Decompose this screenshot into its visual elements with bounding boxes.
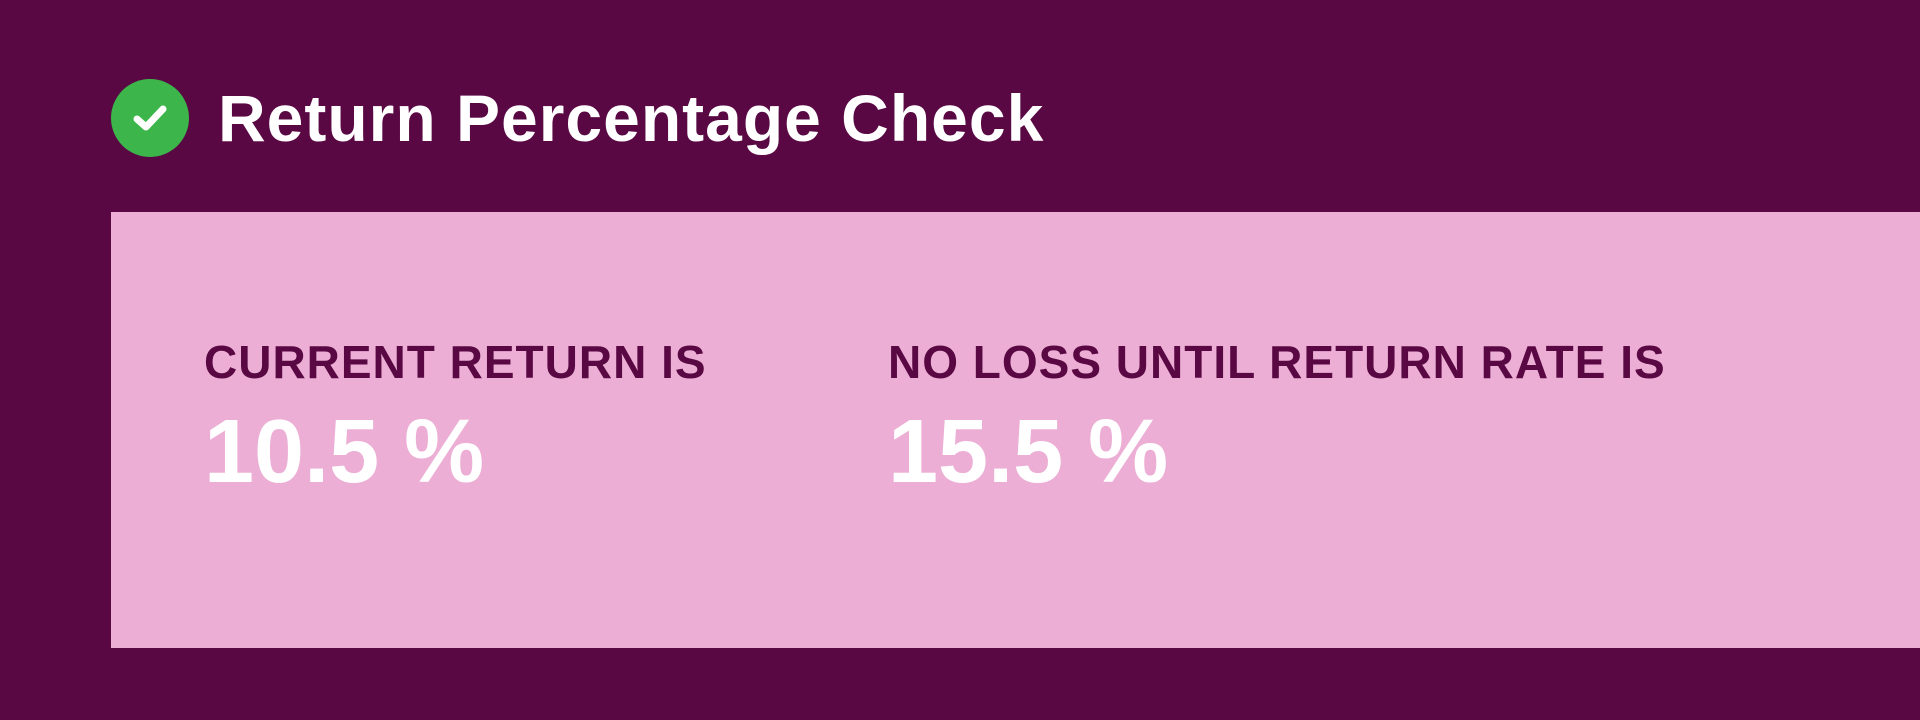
current-return-label: CURRENT RETURN IS [204,336,707,388]
metrics-panel: CURRENT RETURN IS 10.5 % NO LOSS UNTIL R… [111,212,1920,648]
break-even-label: NO LOSS UNTIL RETURN RATE IS [888,336,1666,388]
page-title: Return Percentage Check [218,81,1045,155]
current-return-value: 10.5 % [204,402,485,502]
checkmark-icon [133,105,167,131]
break-even-metric: NO LOSS UNTIL RETURN RATE IS 15.5 % [888,339,1666,497]
current-return-metric: CURRENT RETURN IS 10.5 % [204,339,707,497]
break-even-value: 15.5 % [888,402,1169,502]
check-circle-icon [111,79,189,157]
header: Return Percentage Check [111,79,1044,157]
